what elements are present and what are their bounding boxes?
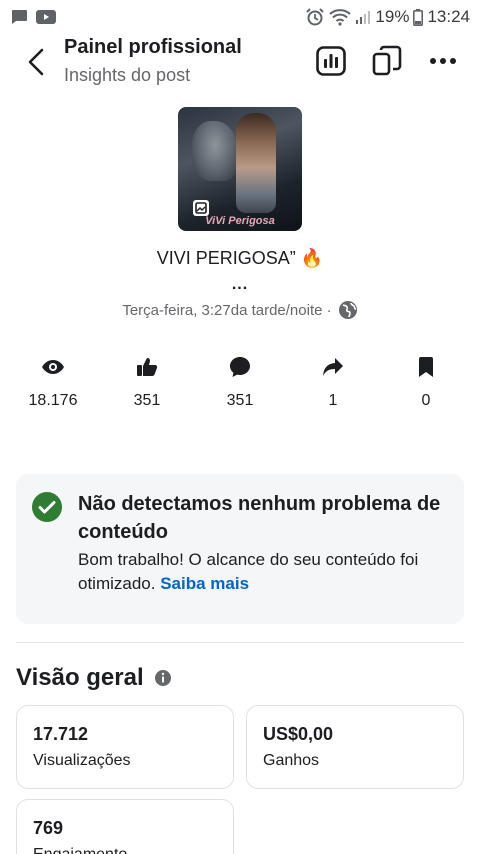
post-meta: Terça-feira, 3:27da tarde/noite ·	[0, 300, 480, 320]
stat-value: 0	[421, 392, 431, 409]
notice-title: Não detectamos nenhum problema de conteú…	[78, 493, 441, 543]
battery-percent: 19%	[375, 7, 410, 26]
thumbnail-person-graphic	[236, 113, 276, 213]
metric-value: 769	[33, 818, 64, 838]
header-actions	[314, 44, 460, 78]
thumbnail-wolf-graphic	[192, 121, 238, 181]
metric-value: 17.712	[33, 724, 89, 744]
status-right: 19% 13:24	[305, 7, 470, 27]
more-options-button[interactable]	[426, 44, 460, 78]
stat-shares: 1	[293, 354, 373, 410]
content-status-card: Não detectamos nenhum problema de conteú…	[16, 474, 464, 624]
stat-value: 351	[133, 392, 161, 409]
overview-section-title: Visão geral	[16, 664, 172, 692]
insights-chart-button[interactable]	[314, 44, 348, 78]
header-titles: Painel profissional Insights do post	[64, 34, 242, 90]
battery-icon	[413, 8, 424, 26]
overview-title: Visão geral	[16, 664, 144, 691]
stat-views: 18.176	[13, 354, 93, 410]
comment-icon	[230, 357, 250, 377]
app-header: Painel profissional Insights do post	[0, 34, 480, 90]
globe-icon	[338, 301, 357, 319]
share-icon	[323, 358, 343, 376]
stat-reactions: 351	[107, 354, 187, 410]
info-icon[interactable]	[154, 669, 172, 687]
bar-chart-icon	[316, 46, 346, 76]
post-thumbnail[interactable]: ViVi Perigosa	[178, 107, 302, 231]
post-title: VIVI PERIGOSA” 🔥	[156, 248, 324, 268]
metric-label: Ganhos	[263, 752, 320, 769]
metric-card-engagement[interactable]: 769 Engajamento	[16, 799, 234, 854]
metric-label: Visualizações	[33, 752, 131, 769]
bookmark-icon	[419, 357, 433, 377]
metric-label: Engajamento	[33, 846, 127, 854]
learn-more-link[interactable]: Saiba mais	[160, 574, 249, 593]
status-left	[10, 9, 56, 25]
stat-value: 351	[226, 392, 254, 409]
clock: 13:24	[427, 7, 470, 26]
back-arrow-icon	[28, 48, 44, 76]
wifi-icon	[329, 9, 352, 26]
page-title: Painel profissional	[64, 36, 242, 58]
alarm-icon	[306, 8, 325, 26]
stat-value: 18.176	[28, 392, 78, 409]
youtube-notification-icon	[36, 10, 56, 24]
status-bar: 19% 13:24	[0, 0, 480, 34]
back-button[interactable]	[22, 46, 50, 78]
check-circle-icon	[32, 492, 62, 522]
copy-icon	[372, 45, 402, 76]
page-subtitle: Insights do post	[64, 65, 191, 85]
metric-value: US$0,00	[263, 724, 334, 744]
post-see-more[interactable]: ...	[0, 276, 480, 294]
copy-button[interactable]	[370, 44, 404, 78]
eye-icon	[42, 360, 64, 374]
notice-body: Bom trabalho! O alcance do seu conteúdo …	[78, 548, 448, 596]
metric-card-views[interactable]: 17.712 Visualizações	[16, 705, 234, 789]
thumbs-up-icon	[137, 358, 158, 376]
post-timestamp: Terça-feira, 3:27da tarde/noite ·	[122, 301, 332, 319]
section-divider	[16, 642, 464, 643]
stat-saves: 0	[386, 354, 466, 410]
more-horizontal-icon	[430, 58, 456, 64]
signal-icon	[356, 11, 371, 24]
thumbnail-caption: ViVi Perigosa	[205, 215, 275, 227]
stat-value: 1	[328, 392, 338, 409]
metric-card-earnings[interactable]: US$0,00 Ganhos	[246, 705, 464, 789]
message-notification-icon	[12, 10, 27, 24]
stat-comments: 351	[200, 354, 280, 410]
